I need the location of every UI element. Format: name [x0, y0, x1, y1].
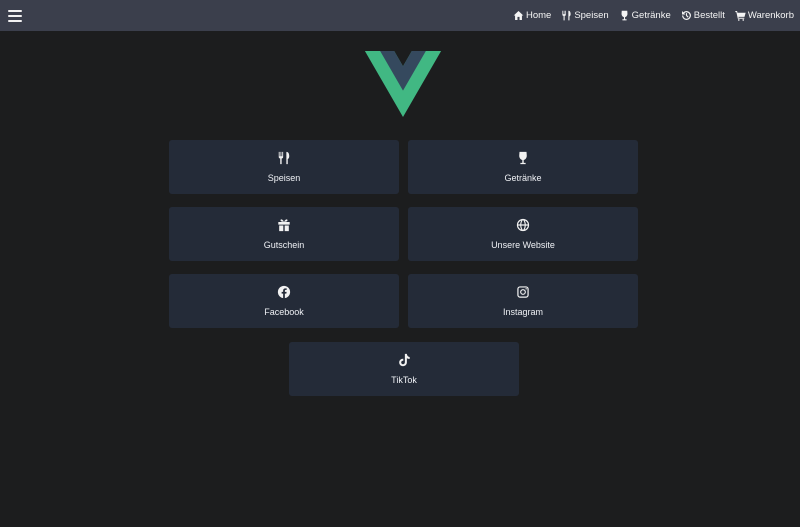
history-icon	[681, 11, 691, 20]
wine-glass-icon	[519, 151, 527, 165]
tile-facebook[interactable]: Facebook	[169, 274, 399, 328]
gift-icon	[278, 219, 290, 232]
nav-link-label: Bestellt	[693, 10, 725, 21]
cart-icon	[735, 11, 746, 21]
vue-logo	[364, 51, 442, 117]
tiktok-icon	[399, 353, 410, 367]
nav-link-label: Speisen	[574, 10, 609, 21]
utensils-icon	[278, 151, 290, 165]
facebook-icon	[277, 285, 291, 299]
hamburger-icon[interactable]	[8, 9, 22, 22]
tile-gutschein[interactable]: Gutschein	[169, 207, 399, 261]
nav-link-getraenke[interactable]: Getränke	[619, 10, 671, 21]
nav-link-label: Getränke	[631, 10, 671, 21]
nav-link-home[interactable]: Home	[513, 10, 551, 21]
tile-label: Unsere Website	[491, 240, 555, 250]
tile-label: TikTok	[391, 375, 417, 385]
tile-label: Getränke	[504, 173, 542, 183]
tile-tiktok[interactable]: TikTok	[289, 342, 519, 396]
tile-label: Speisen	[267, 173, 301, 183]
tile-label: Instagram	[502, 307, 544, 317]
tile-label: Gutschein	[263, 240, 305, 250]
tile-instagram[interactable]: Instagram	[408, 274, 638, 328]
tile-speisen[interactable]: Speisen	[169, 140, 399, 194]
instagram-icon	[517, 286, 529, 298]
top-navbar: Home Speisen Getränke Bestellt Warenkorb	[0, 0, 800, 31]
nav-links: Home Speisen Getränke Bestellt Warenkorb	[513, 10, 794, 21]
wine-glass-icon	[621, 10, 628, 21]
nav-link-label: Warenkorb	[747, 10, 794, 21]
tile-label: Facebook	[264, 307, 304, 317]
tile-website[interactable]: Unsere Website	[408, 207, 638, 261]
nav-link-warenkorb[interactable]: Warenkorb	[735, 10, 794, 21]
nav-link-label: Home	[525, 10, 552, 21]
globe-icon	[516, 218, 530, 232]
utensils-icon	[562, 10, 571, 21]
nav-link-bestellt[interactable]: Bestellt	[681, 10, 725, 21]
tile-getraenke[interactable]: Getränke	[408, 140, 638, 194]
home-icon	[513, 11, 524, 20]
nav-link-speisen[interactable]: Speisen	[561, 10, 609, 21]
